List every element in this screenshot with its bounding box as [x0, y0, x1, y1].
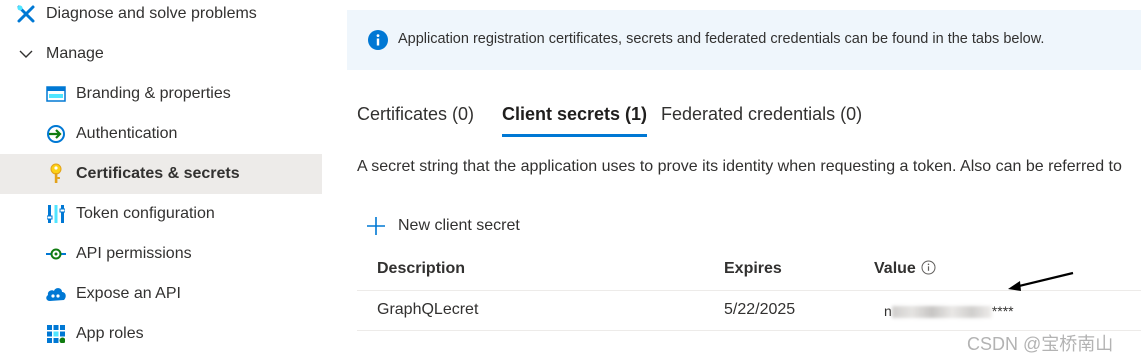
info-icon	[368, 30, 388, 50]
sidebar-item-app-roles[interactable]: App roles	[0, 314, 322, 354]
sidebar-item-branding[interactable]: Branding & properties	[0, 74, 322, 114]
secret-expires: 5/22/2025	[724, 301, 796, 318]
token-config-icon	[45, 203, 67, 225]
app-window: Diagnose and solve problems Manage Brand…	[0, 0, 1141, 362]
sidebar-group-manage[interactable]: Manage	[0, 34, 322, 74]
column-header-description: Description	[377, 260, 466, 277]
watermark: CSDN @宝桥南山	[967, 334, 1114, 354]
sidebar-item-label: Certificates & secrets	[76, 165, 240, 182]
section-description: A secret string that the application use…	[357, 158, 1122, 175]
sidebar-item-authentication[interactable]: Authentication	[0, 114, 322, 154]
tab-federated-credentials[interactable]: Federated credentials (0)	[661, 104, 862, 140]
secret-value-prefix: n	[884, 303, 892, 319]
branding-icon	[45, 83, 67, 105]
sidebar-item-label: Manage	[46, 45, 104, 62]
column-header-expires: Expires	[724, 260, 782, 277]
info-icon[interactable]	[921, 260, 936, 275]
plus-icon	[367, 217, 385, 235]
sidebar-item-label: App roles	[76, 325, 144, 342]
app-roles-icon	[45, 323, 67, 345]
wrench-icon	[15, 3, 37, 25]
sidebar-item-label: Authentication	[76, 125, 178, 142]
cloud-icon	[45, 283, 67, 305]
key-icon	[45, 163, 67, 185]
api-permissions-icon	[45, 243, 67, 265]
sidebar-item-diagnose[interactable]: Diagnose and solve problems	[0, 0, 322, 34]
secret-value[interactable]: n ****	[884, 303, 1014, 319]
authentication-icon	[45, 123, 67, 145]
chevron-down-icon	[15, 43, 37, 65]
table-row[interactable]: GraphQLecret 5/22/2025 n ****	[357, 291, 1141, 331]
redacted-value	[891, 306, 992, 319]
sidebar-item-label: Token configuration	[76, 205, 215, 222]
sidebar-item-certificates-secrets[interactable]: Certificates & secrets	[0, 154, 322, 194]
sidebar-item-label: Branding & properties	[76, 85, 231, 102]
sidebar-item-token-configuration[interactable]: Token configuration	[0, 194, 322, 234]
sidebar-item-label: Diagnose and solve problems	[46, 5, 257, 22]
new-client-secret-label: New client secret	[398, 217, 520, 234]
sidebar-item-label: API permissions	[76, 245, 192, 262]
sidebar: Diagnose and solve problems Manage Brand…	[0, 0, 322, 362]
main-content: Application registration certificates, s…	[347, 0, 1141, 362]
secret-description: GraphQLecret	[377, 301, 479, 318]
new-client-secret-button[interactable]: New client secret	[365, 212, 520, 240]
sidebar-item-label: Expose an API	[76, 285, 181, 302]
info-banner-text: Application registration certificates, s…	[398, 31, 1045, 47]
tab-certificates[interactable]: Certificates (0)	[357, 104, 474, 140]
info-banner: Application registration certificates, s…	[347, 10, 1141, 70]
column-header-value: Value	[874, 260, 936, 278]
annotation-arrow	[1008, 271, 1074, 291]
secret-value-suffix: ****	[991, 303, 1014, 319]
sidebar-item-expose-api[interactable]: Expose an API	[0, 274, 322, 314]
sidebar-item-api-permissions[interactable]: API permissions	[0, 234, 322, 274]
tab-client-secrets[interactable]: Client secrets (1)	[502, 104, 648, 140]
column-header-value-label: Value	[874, 260, 916, 277]
